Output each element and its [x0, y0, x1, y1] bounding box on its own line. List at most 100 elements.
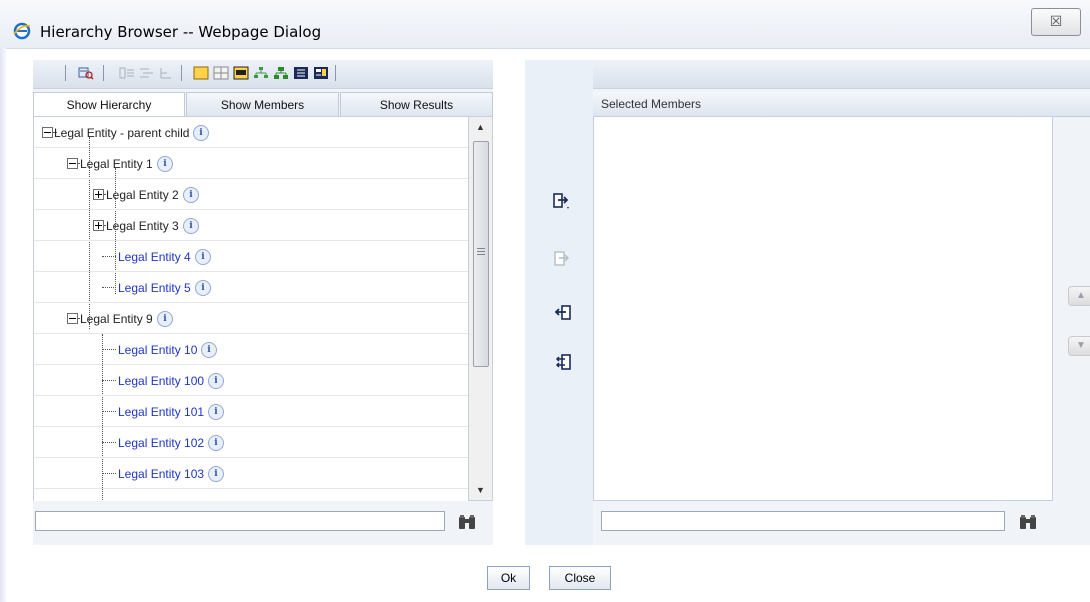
tree-icon[interactable] — [253, 66, 269, 80]
info-icon[interactable]: i — [183, 187, 199, 203]
tree-row[interactable]: Legal Entity 1 i — [34, 148, 469, 179]
tree-item-label[interactable]: Legal Entity 2 — [106, 188, 179, 202]
toolbar-separator — [103, 65, 104, 81]
scrollbar-thumb[interactable] — [473, 141, 489, 367]
tree-item-label[interactable]: Legal Entity 100 — [118, 374, 204, 388]
toolbar-separator — [181, 65, 182, 81]
toolbar-separator — [65, 65, 66, 81]
remove-icon[interactable] — [553, 304, 571, 322]
selected-toolbar — [593, 60, 1090, 89]
binoculars-icon[interactable] — [1019, 514, 1037, 530]
info-icon[interactable]: i — [157, 156, 173, 172]
tree-item-label[interactable]: Legal Entity 103 — [118, 467, 204, 481]
tab-show-hierarchy[interactable]: Show Hierarchy — [33, 92, 185, 116]
toggle-bar — [98, 191, 99, 198]
tree-item-label[interactable]: Legal Entity 9 — [80, 312, 153, 326]
toggle-bar — [69, 318, 76, 319]
thumb-grip — [477, 254, 485, 255]
hierarchy-tabs: Show Hierarchy Show Members Show Results — [33, 92, 493, 116]
tree-item-label[interactable]: Legal Entity 1 — [80, 157, 153, 171]
org-chart-icon[interactable] — [273, 66, 289, 80]
info-icon[interactable]: i — [208, 404, 224, 420]
tree-connector — [102, 256, 116, 257]
tree-row[interactable]: Legal Entity 100 i — [34, 365, 469, 396]
tree-connector — [102, 380, 116, 381]
tree-item-label[interactable]: Legal Entity 101 — [118, 405, 204, 419]
tree-item-label[interactable]: Legal Entity 4 — [118, 250, 191, 264]
select-disabled-icon[interactable] — [553, 250, 571, 268]
outdent-icon[interactable] — [139, 66, 155, 80]
level-icon[interactable] — [159, 66, 175, 80]
tree-row[interactable]: Legal Entity - parent child i — [34, 117, 469, 148]
ok-button[interactable]: Ok — [487, 566, 530, 590]
info-icon[interactable]: i — [193, 125, 209, 141]
internet-explorer-icon — [13, 22, 31, 40]
tree-connector — [102, 411, 116, 412]
expand-icon[interactable] — [93, 189, 104, 200]
tree-item-label[interactable]: Legal Entity 10 — [118, 343, 197, 357]
tree-row[interactable]: Legal Entity 3 i — [34, 210, 469, 241]
tree-connector — [102, 349, 116, 350]
tree-row[interactable]: Legal Entity 102 i — [34, 427, 469, 458]
selected-search-input[interactable] — [601, 511, 1005, 531]
info-icon[interactable]: i — [183, 218, 199, 234]
move-down-button[interactable]: ▼ — [1068, 336, 1090, 356]
box-icon[interactable] — [193, 66, 209, 80]
tab-show-members[interactable]: Show Members — [186, 92, 339, 116]
collapse-icon[interactable] — [42, 127, 53, 138]
tree-row[interactable]: Legal Entity 101 i — [34, 396, 469, 427]
info-icon[interactable]: i — [201, 342, 217, 358]
window-left-edge — [0, 48, 6, 602]
tree-connector — [102, 287, 116, 288]
tree-vertical-scrollbar[interactable]: ▲ ▼ — [468, 116, 493, 501]
toggle-bar — [69, 163, 76, 164]
hierarchy-search-row — [33, 501, 493, 545]
close-button[interactable]: Close — [549, 566, 611, 590]
info-icon[interactable]: i — [157, 311, 173, 327]
info-icon[interactable]: i — [208, 466, 224, 482]
info-icon[interactable]: i — [208, 373, 224, 389]
scroll-down-arrow-icon[interactable]: ▼ — [469, 482, 492, 498]
binoculars-icon[interactable] — [458, 514, 476, 530]
scroll-up-arrow-icon[interactable]: ▲ — [469, 119, 492, 135]
selected-search-row — [593, 501, 1090, 545]
tree-row[interactable]: Legal Entity 10 i — [34, 334, 469, 365]
info-icon[interactable]: i — [195, 280, 211, 296]
card-icon[interactable] — [233, 66, 249, 80]
collapse-icon[interactable] — [67, 313, 78, 324]
transfer-actions — [525, 60, 593, 545]
tree-row[interactable]: Legal Entity 103 i — [34, 458, 469, 489]
move-up-button[interactable]: ▲ — [1068, 286, 1090, 306]
expand-icon[interactable] — [93, 220, 104, 231]
tree-row[interactable]: Legal Entity 2 i — [34, 179, 469, 210]
tree-connector — [102, 473, 116, 474]
collapse-icon[interactable] — [67, 158, 78, 169]
info-icon[interactable]: i — [195, 249, 211, 265]
window-title: Hierarchy Browser -- Webpage Dialog — [40, 23, 322, 41]
tree-item-label[interactable]: Legal Entity 5 — [118, 281, 191, 295]
selected-members-panel: Selected Members ▲ ▼ — [593, 60, 1090, 545]
indent-icon[interactable] — [119, 66, 135, 80]
toggle-bar — [44, 132, 51, 133]
find-icon[interactable] — [78, 66, 94, 80]
tree-row[interactable]: Legal Entity 5 i — [34, 272, 469, 303]
title-bar: Hierarchy Browser -- Webpage Dialog ☒ — [0, 0, 1090, 49]
tree-item-label[interactable]: Legal Entity 102 — [118, 436, 204, 450]
window-close-button[interactable]: ☒ — [1031, 8, 1081, 36]
tree-row[interactable]: Legal Entity 4 i — [34, 241, 469, 272]
select-icon[interactable] — [553, 192, 571, 210]
info-icon[interactable]: i — [208, 435, 224, 451]
grid-icon[interactable] — [213, 66, 229, 80]
thumb-grip — [477, 251, 485, 252]
tree-item-label[interactable]: Legal Entity - parent child — [54, 126, 189, 140]
list-icon[interactable] — [293, 66, 309, 80]
tree-item-label[interactable]: Legal Entity 3 — [106, 219, 179, 233]
report-icon[interactable] — [313, 66, 329, 80]
tree-row[interactable]: Legal Entity 9 i — [34, 303, 469, 334]
selected-members-list[interactable] — [593, 116, 1053, 501]
remove-all-icon[interactable] — [553, 353, 571, 371]
hierarchy-search-input[interactable] — [35, 511, 445, 531]
tab-show-results[interactable]: Show Results — [340, 92, 493, 116]
hierarchy-tree: Legal Entity - parent child i Legal Entity… — [33, 116, 469, 503]
tree-connector — [102, 442, 116, 443]
